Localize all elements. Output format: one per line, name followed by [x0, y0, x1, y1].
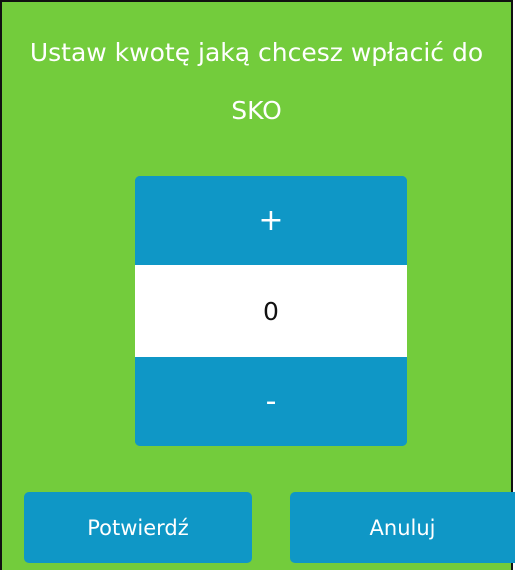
increment-button[interactable]: +	[135, 176, 407, 265]
amount-value: 0	[135, 265, 407, 357]
amount-dialog: Ustaw kwotę jaką chcesz wpłacić do SKO +…	[0, 0, 515, 570]
amount-stepper: + 0 -	[135, 176, 407, 446]
decrement-button[interactable]: -	[135, 357, 407, 446]
dialog-title: Ustaw kwotę jaką chcesz wpłacić do SKO	[29, 38, 484, 125]
confirm-button[interactable]: Potwierdź	[24, 492, 252, 563]
cancel-button[interactable]: Anuluj	[290, 492, 515, 563]
